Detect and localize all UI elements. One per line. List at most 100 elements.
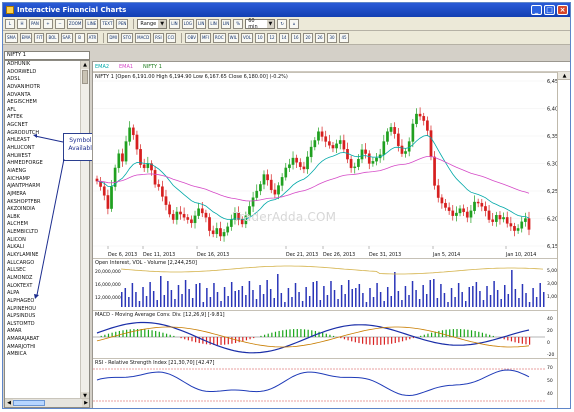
price-candle	[357, 158, 360, 167]
indicator-button-cci[interactable]: CCI	[165, 32, 177, 43]
price-candle	[455, 212, 458, 216]
volume-bar	[514, 289, 517, 307]
minimize-button[interactable]: _	[531, 5, 542, 15]
price-candle	[327, 141, 331, 146]
symbol-list-item[interactable]: AFL	[5, 107, 81, 115]
volume-bar	[326, 295, 329, 307]
indicator-button-vol[interactable]: VOL	[241, 32, 254, 43]
price-candle	[208, 217, 211, 231]
close-button[interactable]: ×	[557, 5, 568, 15]
period-button[interactable]: 16	[291, 32, 302, 43]
indicator-button-roc[interactable]: ROC	[212, 32, 226, 43]
range-select[interactable]: Range ▼	[137, 18, 168, 29]
price-candle	[364, 149, 367, 154]
symbol-list-item[interactable]: ALPINEHOU	[5, 306, 81, 314]
volume-chart[interactable]: 20,000,00016,000,00012,000,0005,000,0003…	[93, 259, 558, 311]
tool-button-1[interactable]: L	[5, 18, 15, 29]
line-tool-button[interactable]: LINE	[85, 18, 99, 29]
pen-tool-button[interactable]: PEN	[116, 18, 129, 29]
symbol-list-item[interactable]: AMBICA	[5, 351, 81, 359]
indicator-button-sar[interactable]: SAR	[60, 32, 73, 43]
price-candle	[255, 190, 259, 198]
tool-button-2[interactable]: H	[17, 18, 27, 29]
indicator-button-ema[interactable]: EMA	[19, 32, 33, 43]
axis-lin-button-3[interactable]: LIN	[208, 18, 219, 29]
volume-panel[interactable]: Open Interest, VOL - Volume [2,244,250] …	[93, 258, 558, 311]
indicator-button-obv[interactable]: OBV	[185, 32, 198, 43]
indicator-button-dmi[interactable]: DMI	[107, 32, 120, 43]
scroll-up-icon[interactable]: ▲	[81, 61, 89, 69]
price-panel[interactable]: NIFTY 1 [Open 6,191.00 High 6,194.90 Low…	[93, 72, 558, 259]
macd-histogram-bar	[456, 329, 458, 337]
period-button[interactable]: 20	[303, 32, 314, 43]
symbol-list-item[interactable]: ADSL	[5, 76, 81, 84]
volume-bar	[539, 283, 541, 307]
chart-area[interactable]: EMA2 EMA1 NIFTY 1 NIFTY 1 [Open 6,191.00…	[92, 61, 570, 409]
hscroll-thumb[interactable]	[13, 400, 45, 406]
period-button[interactable]: 12	[267, 32, 278, 43]
period-button[interactable]: 26	[315, 32, 326, 43]
volume-bar	[397, 291, 400, 307]
symbol-select[interactable]: NIFTY 1	[4, 51, 90, 60]
indicator-button-b[interactable]: B	[74, 32, 85, 43]
rsi-chart[interactable]: 70 50 40	[93, 359, 558, 409]
price-candle	[186, 217, 190, 220]
symbol-list-item[interactable]: ADHUNIK	[5, 61, 81, 69]
indicator-button-wil[interactable]: WIL	[227, 32, 239, 43]
symbol-list-item[interactable]: AEGISCHEM	[5, 99, 81, 107]
indicator-button-rsi[interactable]: RSI	[153, 32, 164, 43]
percent-button[interactable]: %	[233, 18, 244, 29]
indicator-button-atr[interactable]: ATR	[86, 32, 99, 43]
indicator-button-sma[interactable]: SMA	[5, 32, 18, 43]
symbol-list-item[interactable]: ADORWELD	[5, 69, 81, 77]
indicator-button-fit[interactable]: FIT	[34, 32, 45, 43]
indicator-button-macd[interactable]: MACD	[135, 32, 152, 43]
scroll-thumb[interactable]	[82, 70, 88, 84]
symbol-list-item[interactable]: AMAR	[5, 328, 81, 336]
macd-tick-label: 40	[547, 316, 553, 322]
zoom-in-button[interactable]: +	[42, 18, 53, 29]
symbol-list-item[interactable]: ALSTOMTD	[5, 321, 81, 329]
maximize-button[interactable]: □	[544, 5, 555, 15]
price-chart[interactable]: 6,450.006,400.006,350.006,300.006,250.00…	[93, 73, 558, 259]
legend-ema1[interactable]: EMA1	[117, 63, 135, 71]
axis-scroll-up-icon[interactable]: ▲	[558, 72, 570, 80]
axis-lin-button-1[interactable]: LIN	[169, 18, 180, 29]
macd-chart[interactable]: 40200-20	[93, 311, 558, 359]
text-tool-button[interactable]: TEXT	[100, 18, 115, 29]
indicator-button-mfi[interactable]: MFI	[199, 32, 211, 43]
interval-select[interactable]: 60 min ▼	[245, 18, 276, 30]
scroll-left-icon[interactable]: ◀	[5, 399, 13, 407]
home-button[interactable]: ⌂	[289, 18, 300, 29]
axis-lin-button-4[interactable]: LIN	[220, 18, 232, 29]
indicator-button-bol[interactable]: BOL	[46, 32, 59, 43]
macd-histogram-bar	[376, 337, 378, 345]
axis-lin-button-2[interactable]: LIN	[195, 18, 207, 29]
symbol-list-item[interactable]: AFTEK	[5, 114, 81, 122]
symbol-list-hscrollbar[interactable]: ◀ ▶	[5, 398, 89, 407]
refresh-button[interactable]: ↻	[277, 18, 288, 29]
axis-log-button[interactable]: LOG	[181, 18, 194, 29]
symbol-list-item[interactable]: ADVANTA	[5, 92, 81, 100]
symbol-list-item[interactable]: AGCNET	[5, 122, 81, 130]
macd-histogram-bar	[387, 337, 389, 345]
period-button[interactable]: 30	[327, 32, 338, 43]
symbol-list-item[interactable]: ALPSINDUS	[5, 313, 81, 321]
zoom-button[interactable]: ZOOM	[66, 18, 84, 29]
pan-button[interactable]: PAN	[29, 18, 41, 29]
symbol-list-item[interactable]: AMARJOTHI	[5, 344, 81, 352]
macd-histogram-bar	[405, 337, 407, 341]
rsi-panel[interactable]: RSI - Relative Strength Index [21,30,70]…	[93, 358, 558, 409]
price-candle	[422, 116, 426, 121]
period-button[interactable]: 10	[255, 32, 266, 43]
period-button[interactable]: 14	[279, 32, 290, 43]
legend-nifty[interactable]: NIFTY 1	[141, 63, 164, 71]
macd-panel[interactable]: MACD - Moving Average Conv. Div. [12,26,…	[93, 310, 558, 359]
indicator-button-sto[interactable]: STO	[121, 32, 134, 43]
symbol-list-item[interactable]: AMARAJABAT	[5, 336, 81, 344]
symbol-list-item[interactable]: ADVANIHOTR	[5, 84, 81, 92]
period-button[interactable]: 45	[339, 32, 350, 43]
scroll-right-icon[interactable]: ▶	[82, 399, 89, 407]
zoom-out-button[interactable]: −	[54, 18, 65, 29]
legend-ema2[interactable]: EMA2	[93, 63, 111, 71]
